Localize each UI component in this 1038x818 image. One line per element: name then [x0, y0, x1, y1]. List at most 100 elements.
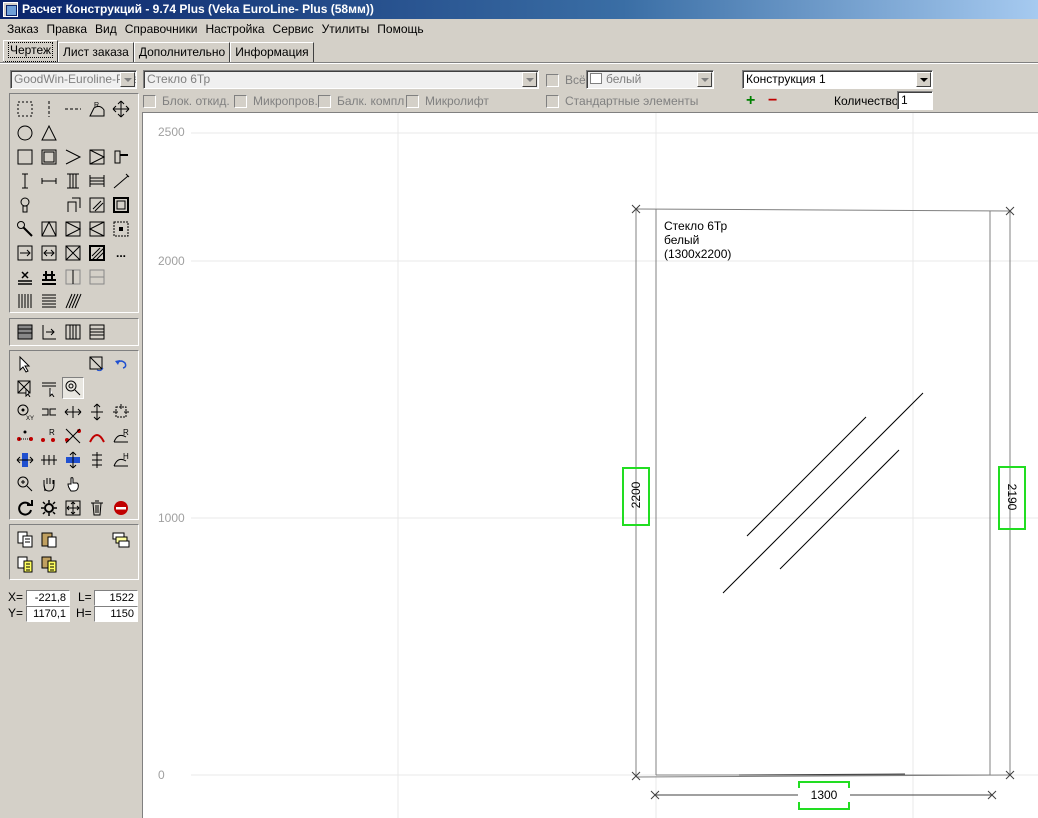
- stop-icon[interactable]: [110, 497, 132, 519]
- tilt-opening-icon[interactable]: [38, 218, 60, 240]
- glass-label[interactable]: Стекло 6Тр белый (1300x2200): [664, 219, 731, 261]
- tab-additional[interactable]: Дополнительно: [133, 42, 231, 62]
- zoom-select-icon[interactable]: [62, 377, 84, 399]
- menu-edit[interactable]: Правка: [42, 19, 91, 39]
- gear-icon[interactable]: [38, 497, 60, 519]
- checkbox-box[interactable]: [406, 94, 419, 108]
- profile-system-select[interactable]: GoodWin-Euroline-Plus: [10, 70, 137, 89]
- more-icon[interactable]: ...: [110, 242, 132, 264]
- copy-icon[interactable]: [14, 528, 36, 550]
- corner-join-icon[interactable]: [62, 194, 84, 216]
- width-dimension-icon[interactable]: [14, 449, 36, 471]
- select-object-icon[interactable]: [86, 353, 108, 375]
- color-select[interactable]: белый: [586, 70, 714, 89]
- remove-construction-button[interactable]: −: [768, 93, 777, 109]
- arc-radius-icon[interactable]: R: [110, 425, 132, 447]
- move-icon[interactable]: [110, 98, 132, 120]
- wrench-icon[interactable]: [14, 218, 36, 240]
- chevron-down-icon[interactable]: [697, 72, 712, 87]
- fixed-glass-icon[interactable]: [62, 242, 84, 264]
- turn-right-icon[interactable]: [86, 218, 108, 240]
- stretch-horizontal-icon[interactable]: [62, 401, 84, 423]
- connect-icon[interactable]: [38, 401, 60, 423]
- copy-list-icon[interactable]: [14, 553, 36, 575]
- frame-icon[interactable]: [14, 146, 36, 168]
- diagonal-lines-icon[interactable]: [62, 290, 84, 312]
- microlift-checkbox[interactable]: Микролифт: [406, 94, 489, 108]
- vertical-lines-icon[interactable]: [14, 290, 36, 312]
- opening-sash-icon[interactable]: [86, 146, 108, 168]
- points-radius-icon[interactable]: R: [38, 425, 60, 447]
- tab-drawing[interactable]: Чертеж: [3, 40, 59, 62]
- checkbox-box[interactable]: [546, 73, 559, 87]
- turn-left-icon[interactable]: [62, 218, 84, 240]
- add-construction-button[interactable]: +: [746, 93, 755, 109]
- fill-pattern-icon[interactable]: [14, 321, 36, 343]
- menu-service[interactable]: Сервис: [269, 19, 318, 39]
- checkbox-box[interactable]: [143, 94, 156, 108]
- drawing-canvas[interactable]: 2500 2000 1000 0 Стекло 6Тр белый (1300x…: [142, 112, 1038, 818]
- height-dimension-icon[interactable]: [62, 449, 84, 471]
- all-checkbox[interactable]: Всё: [546, 73, 586, 87]
- bottom-dimension-value[interactable]: 1300: [798, 788, 850, 802]
- vertical-dashed-icon[interactable]: [38, 98, 60, 120]
- triangle-icon[interactable]: [38, 122, 60, 144]
- arc-icon[interactable]: [86, 425, 108, 447]
- zoom-in-icon[interactable]: [14, 473, 36, 495]
- select-rect-icon[interactable]: [14, 98, 36, 120]
- paste-list-icon[interactable]: [38, 553, 60, 575]
- balcony-set-checkbox[interactable]: Балк. компл: [318, 94, 404, 108]
- trash-icon[interactable]: [86, 497, 108, 519]
- micro-vent-checkbox[interactable]: Микропров.: [234, 94, 318, 108]
- block-tilt-checkbox[interactable]: Блок. откид.: [143, 94, 230, 108]
- radius-arc-icon[interactable]: R: [86, 98, 108, 120]
- arc-height-icon[interactable]: H: [110, 449, 132, 471]
- hand-pan-icon[interactable]: [38, 473, 60, 495]
- stretch-vertical-icon[interactable]: [86, 401, 108, 423]
- quantity-input[interactable]: 1: [897, 91, 933, 110]
- pointer-icon[interactable]: [14, 353, 36, 375]
- checkbox-box[interactable]: [234, 94, 247, 108]
- menu-directories[interactable]: Справочники: [121, 19, 202, 39]
- chevron-down-icon[interactable]: [120, 72, 135, 87]
- chevron-down-icon[interactable]: [916, 72, 931, 87]
- undo-icon[interactable]: [110, 353, 132, 375]
- circle-icon[interactable]: [14, 122, 36, 144]
- paste-icon[interactable]: [38, 528, 60, 550]
- diagonal-impost-icon[interactable]: [110, 170, 132, 192]
- checkbox-box[interactable]: [546, 94, 559, 108]
- menu-view[interactable]: Вид: [91, 19, 121, 39]
- height-multi-icon[interactable]: [86, 449, 108, 471]
- horizontal-multi-impost-icon[interactable]: [86, 170, 108, 192]
- keyhole-icon[interactable]: [14, 194, 36, 216]
- arrow-both-icon[interactable]: [38, 242, 60, 264]
- layers-icon[interactable]: [110, 528, 132, 550]
- menu-help[interactable]: Помощь: [373, 19, 427, 39]
- net-icon[interactable]: [110, 218, 132, 240]
- equal-columns-icon[interactable]: [62, 321, 84, 343]
- left-dimension-value[interactable]: 2200: [629, 475, 643, 515]
- menu-utilities[interactable]: Утилиты: [318, 19, 374, 39]
- fit-view-icon[interactable]: [62, 497, 84, 519]
- opening-side-icon[interactable]: [62, 146, 84, 168]
- xy-point-icon[interactable]: XY: [14, 401, 36, 423]
- horizontal-impost-icon[interactable]: [38, 170, 60, 192]
- checkbox-box[interactable]: [318, 94, 331, 108]
- horizontal-lines-icon[interactable]: [38, 290, 60, 312]
- menu-settings[interactable]: Настройка: [201, 19, 268, 39]
- chevron-down-icon[interactable]: [522, 72, 537, 87]
- split-vertical-icon[interactable]: [62, 266, 84, 288]
- arrange-icon[interactable]: [38, 321, 60, 343]
- refresh-icon[interactable]: [14, 497, 36, 519]
- split-horizontal-icon[interactable]: [86, 266, 108, 288]
- menu-order[interactable]: Заказ: [3, 19, 42, 39]
- resize-icon[interactable]: [110, 401, 132, 423]
- cut-sill-icon[interactable]: [14, 266, 36, 288]
- sash-icon[interactable]: [38, 146, 60, 168]
- select-line-icon[interactable]: [38, 377, 60, 399]
- width-multi-icon[interactable]: [38, 449, 60, 471]
- hatched-panel-icon[interactable]: [86, 242, 108, 264]
- construction-select[interactable]: Конструкция 1: [742, 70, 933, 89]
- points-icon[interactable]: [14, 425, 36, 447]
- equal-rows-icon[interactable]: [86, 321, 108, 343]
